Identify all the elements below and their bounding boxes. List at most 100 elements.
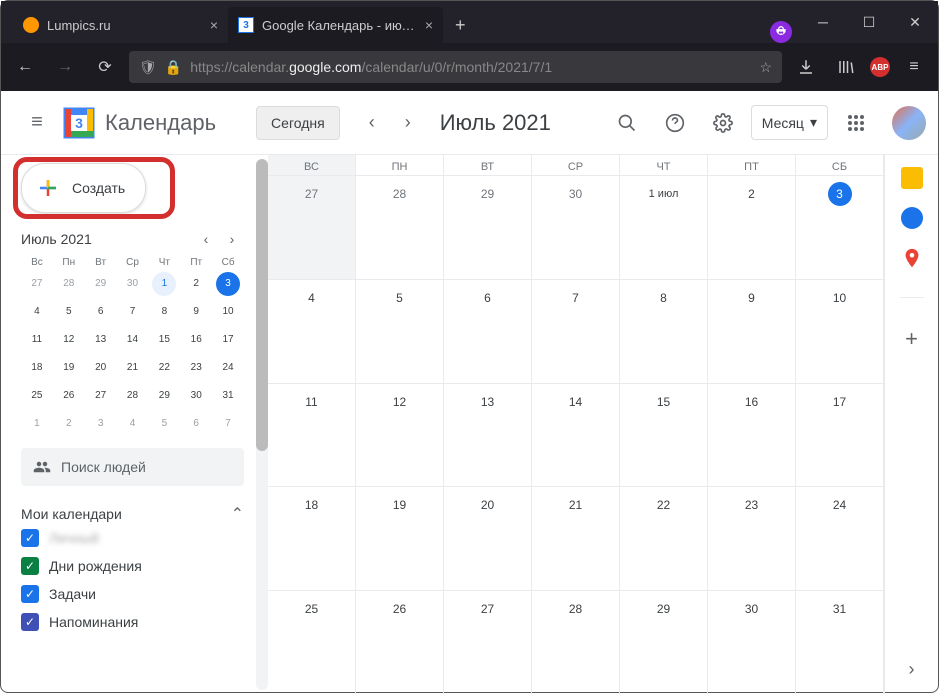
search-icon[interactable]: [607, 103, 647, 143]
lock-icon[interactable]: 🔒: [165, 59, 182, 76]
mini-day[interactable]: 15: [152, 328, 176, 352]
day-cell[interactable]: 22: [620, 487, 708, 590]
checkbox[interactable]: ✓: [21, 557, 39, 575]
address-bar[interactable]: 🛡 🔒 https://calendar.google.com/calendar…: [129, 51, 782, 83]
mini-day[interactable]: 13: [89, 328, 113, 352]
day-cell[interactable]: 8: [620, 280, 708, 383]
hide-sidepanel-button[interactable]: ›: [909, 659, 915, 680]
mini-day[interactable]: 20: [89, 356, 113, 380]
day-cell[interactable]: 26: [356, 591, 444, 694]
mini-day[interactable]: 27: [25, 272, 49, 296]
mini-day[interactable]: 25: [25, 384, 49, 408]
mini-day[interactable]: 29: [89, 272, 113, 296]
scrollbar[interactable]: [256, 159, 268, 690]
tab-lumpics[interactable]: Lumpics.ru ×: [13, 7, 228, 43]
mini-day[interactable]: 5: [152, 412, 176, 436]
reload-button[interactable]: ⟳: [89, 51, 121, 83]
day-cell[interactable]: 12: [356, 384, 444, 487]
mini-day[interactable]: 5: [57, 300, 81, 324]
close-icon[interactable]: ×: [210, 17, 218, 33]
checkbox[interactable]: ✓: [21, 585, 39, 603]
day-cell[interactable]: 25: [268, 591, 356, 694]
mini-day[interactable]: 3: [216, 272, 240, 296]
mini-day[interactable]: 18: [25, 356, 49, 380]
mini-day[interactable]: 9: [184, 300, 208, 324]
mini-day[interactable]: 3: [89, 412, 113, 436]
day-cell[interactable]: 30: [532, 176, 620, 279]
day-cell[interactable]: 29: [444, 176, 532, 279]
day-cell[interactable]: 20: [444, 487, 532, 590]
day-cell[interactable]: 2: [708, 176, 796, 279]
day-cell[interactable]: 17: [796, 384, 884, 487]
downloads-icon[interactable]: [790, 51, 822, 83]
mini-day[interactable]: 7: [216, 412, 240, 436]
day-cell[interactable]: 16: [708, 384, 796, 487]
mini-day[interactable]: 6: [89, 300, 113, 324]
day-cell[interactable]: 30: [708, 591, 796, 694]
mini-prev-button[interactable]: ‹: [194, 227, 218, 251]
mini-day[interactable]: 22: [152, 356, 176, 380]
mini-day[interactable]: 4: [25, 300, 49, 324]
mini-day[interactable]: 30: [184, 384, 208, 408]
calendar-item[interactable]: ✓Напоминания: [21, 608, 244, 636]
mini-day[interactable]: 8: [152, 300, 176, 324]
day-cell[interactable]: 14: [532, 384, 620, 487]
google-apps-icon[interactable]: [836, 103, 876, 143]
mini-day[interactable]: 14: [120, 328, 144, 352]
day-cell[interactable]: 18: [268, 487, 356, 590]
mini-day[interactable]: 31: [216, 384, 240, 408]
day-cell[interactable]: 6: [444, 280, 532, 383]
day-cell[interactable]: 15: [620, 384, 708, 487]
tasks-icon[interactable]: [901, 207, 923, 229]
mini-day[interactable]: 30: [120, 272, 144, 296]
calendar-logo[interactable]: 3 Календарь: [61, 105, 216, 141]
day-cell[interactable]: 23: [708, 487, 796, 590]
shield-icon[interactable]: 🛡: [139, 59, 157, 76]
today-button[interactable]: Сегодня: [256, 106, 340, 140]
day-cell[interactable]: 10: [796, 280, 884, 383]
day-cell[interactable]: 28: [532, 591, 620, 694]
day-cell[interactable]: 31: [796, 591, 884, 694]
keep-icon[interactable]: [901, 167, 923, 189]
mini-day[interactable]: 1: [152, 272, 176, 296]
prev-month-button[interactable]: ‹: [356, 107, 388, 139]
mini-next-button[interactable]: ›: [220, 227, 244, 251]
mini-day[interactable]: 4: [120, 412, 144, 436]
day-cell[interactable]: 3: [796, 176, 884, 279]
day-cell[interactable]: 7: [532, 280, 620, 383]
mini-day[interactable]: 21: [120, 356, 144, 380]
mini-day[interactable]: 6: [184, 412, 208, 436]
scroll-thumb[interactable]: [256, 159, 268, 451]
day-cell[interactable]: 4: [268, 280, 356, 383]
add-addon-button[interactable]: +: [905, 326, 918, 352]
main-menu-button[interactable]: ≡: [13, 99, 61, 147]
mini-day[interactable]: 26: [57, 384, 81, 408]
mini-day[interactable]: 29: [152, 384, 176, 408]
mini-day[interactable]: 7: [120, 300, 144, 324]
close-window-button[interactable]: ✕: [892, 1, 938, 43]
mini-day[interactable]: 17: [216, 328, 240, 352]
day-cell[interactable]: 24: [796, 487, 884, 590]
settings-icon[interactable]: [703, 103, 743, 143]
day-cell[interactable]: 29: [620, 591, 708, 694]
mini-day[interactable]: 1: [25, 412, 49, 436]
mini-day[interactable]: 24: [216, 356, 240, 380]
help-icon[interactable]: [655, 103, 695, 143]
day-cell[interactable]: 9: [708, 280, 796, 383]
day-cell[interactable]: 27: [268, 176, 356, 279]
close-icon[interactable]: ×: [425, 17, 433, 33]
bookmark-icon[interactable]: ☆: [759, 59, 772, 76]
checkbox[interactable]: ✓: [21, 529, 39, 547]
day-cell[interactable]: 19: [356, 487, 444, 590]
day-cell[interactable]: 11: [268, 384, 356, 487]
mini-day[interactable]: 10: [216, 300, 240, 324]
mini-day[interactable]: 27: [89, 384, 113, 408]
day-cell[interactable]: 13: [444, 384, 532, 487]
day-cell[interactable]: 27: [444, 591, 532, 694]
my-calendars-header[interactable]: Мои календари ⌃: [21, 504, 244, 524]
checkbox[interactable]: ✓: [21, 613, 39, 631]
day-cell[interactable]: 1 июл: [620, 176, 708, 279]
mini-day[interactable]: 12: [57, 328, 81, 352]
vpn-icon[interactable]: [770, 21, 792, 43]
new-tab-button[interactable]: +: [443, 7, 478, 43]
